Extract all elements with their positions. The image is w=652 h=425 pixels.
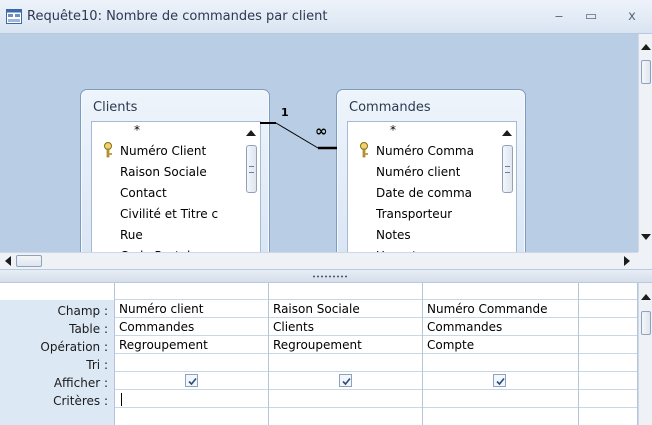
criteria-cell[interactable] xyxy=(269,390,422,408)
splitter-grip-icon[interactable] xyxy=(312,275,348,278)
query-design-grid[interactable]: Champ : Table : Opération : Tri : Affich… xyxy=(0,283,638,425)
show-checkbox[interactable] xyxy=(185,374,198,387)
design-pane-horizontal-scrollbar[interactable] xyxy=(0,252,638,269)
sort-cell[interactable] xyxy=(269,354,422,372)
scrollbar-thumb[interactable] xyxy=(502,145,513,193)
scrollbar-thumb[interactable] xyxy=(641,311,651,335)
table-title: Clients xyxy=(93,100,138,115)
close-button[interactable]: x xyxy=(620,6,644,28)
total-cell[interactable]: Regroupement xyxy=(115,336,268,354)
scrollbar-corner xyxy=(638,252,652,269)
window-title: Requête10: Nombre de commandes par clien… xyxy=(27,9,328,24)
sort-cell[interactable] xyxy=(579,354,637,372)
column-selector[interactable] xyxy=(115,283,268,300)
field-item[interactable]: Civilité et Titre c xyxy=(120,204,252,225)
column-selector[interactable] xyxy=(269,283,422,300)
scroll-left-arrow-icon[interactable] xyxy=(5,256,11,266)
relationship-join-line[interactable] xyxy=(260,116,350,156)
field-cell[interactable]: Raison Sociale xyxy=(269,300,422,318)
row-label-table: Table : xyxy=(69,322,108,336)
sort-cell[interactable] xyxy=(423,354,578,372)
criteria-cell[interactable] xyxy=(579,390,637,408)
row-labels: Champ : Table : Opération : Tri : Affich… xyxy=(0,300,114,425)
design-pane-vertical-scrollbar[interactable] xyxy=(638,34,652,252)
scrollbar-thumb[interactable] xyxy=(641,60,651,84)
row-label-show: Afficher : xyxy=(53,376,108,390)
relationship-many-label: ∞ xyxy=(315,122,328,140)
grid-column[interactable]: Numéro Commande Commandes Compte xyxy=(422,283,578,425)
text-cursor xyxy=(121,393,122,406)
sort-cell[interactable] xyxy=(115,354,268,372)
field-list-scrollbar[interactable] xyxy=(499,122,516,272)
grid-column[interactable]: Numéro client Commandes Regroupement xyxy=(114,283,268,425)
table-cell[interactable]: Clients xyxy=(269,318,422,336)
field-item[interactable]: Numéro client xyxy=(376,162,460,183)
scroll-right-arrow-icon[interactable] xyxy=(624,256,630,266)
scrollbar-thumb[interactable] xyxy=(246,145,257,193)
field-list-scrollbar[interactable] xyxy=(243,122,260,272)
row-label-criteria: Critères : xyxy=(53,394,108,408)
window-title-bar[interactable]: Requête10: Nombre de commandes par clien… xyxy=(0,0,652,34)
column-selector[interactable] xyxy=(579,283,637,300)
scroll-up-arrow-icon[interactable] xyxy=(502,130,512,136)
show-checkbox[interactable] xyxy=(339,374,352,387)
total-cell[interactable]: Regroupement xyxy=(269,336,422,354)
row-label-sort: Tri : xyxy=(86,358,108,372)
field-cell[interactable]: Numéro Commande xyxy=(423,300,578,318)
checkmark-icon xyxy=(188,377,197,386)
table-box-commandes[interactable]: Commandes * Numéro Comma Numéro client D… xyxy=(336,89,526,279)
primary-key-icon xyxy=(104,142,112,158)
row-label-total: Opération : xyxy=(40,340,108,354)
maximize-button[interactable]: ▭ xyxy=(579,6,603,28)
field-item[interactable]: Notes xyxy=(376,225,411,246)
field-item[interactable]: Transporteur xyxy=(376,204,452,225)
scroll-up-arrow-icon[interactable] xyxy=(246,130,256,136)
column-selector[interactable] xyxy=(423,283,578,300)
grid-column[interactable] xyxy=(578,283,638,425)
pane-splitter[interactable] xyxy=(0,269,652,283)
field-item[interactable]: Numéro Comma xyxy=(376,141,501,162)
scroll-down-arrow-icon[interactable] xyxy=(641,234,651,240)
show-cell[interactable] xyxy=(269,372,422,390)
scrollbar-thumb[interactable] xyxy=(16,255,42,267)
criteria-cell[interactable] xyxy=(423,390,578,408)
primary-key-icon xyxy=(360,142,368,158)
checkmark-icon xyxy=(496,377,505,386)
field-item[interactable]: Raison Sociale xyxy=(120,162,207,183)
field-item[interactable]: Rue xyxy=(120,225,143,246)
grid-column[interactable]: Raison Sociale Clients Regroupement xyxy=(268,283,422,425)
field-cell[interactable]: Numéro client xyxy=(115,300,268,318)
table-title: Commandes xyxy=(349,100,431,115)
field-list[interactable]: * Numéro Comma Numéro client Date de com… xyxy=(347,121,517,273)
field-item[interactable]: Numéro Client xyxy=(120,141,206,162)
criteria-cell[interactable] xyxy=(115,390,268,408)
field-item[interactable]: * xyxy=(134,120,140,141)
field-item[interactable]: Date de comma xyxy=(376,183,501,204)
table-design-pane[interactable]: Clients * Numéro Client Raison Sociale C… xyxy=(0,34,638,279)
grid-vertical-scrollbar[interactable] xyxy=(638,283,652,425)
scroll-up-arrow-icon[interactable] xyxy=(641,294,651,300)
scroll-up-arrow-icon[interactable] xyxy=(641,44,651,50)
show-cell[interactable] xyxy=(579,372,637,390)
table-cell[interactable]: Commandes xyxy=(423,318,578,336)
show-cell[interactable] xyxy=(423,372,578,390)
grid-columns[interactable]: Numéro client Commandes Regroupement Rai… xyxy=(114,283,638,425)
table-cell[interactable]: Commandes xyxy=(115,318,268,336)
show-checkbox[interactable] xyxy=(493,374,506,387)
field-item[interactable]: Contact xyxy=(120,183,167,204)
relationship-one-label: 1 xyxy=(281,106,289,119)
table-cell[interactable] xyxy=(579,318,637,336)
show-cell[interactable] xyxy=(115,372,268,390)
table-box-clients[interactable]: Clients * Numéro Client Raison Sociale C… xyxy=(80,89,270,279)
field-item[interactable]: * xyxy=(390,120,396,141)
field-cell[interactable] xyxy=(579,300,637,318)
minimize-button[interactable]: ‒ xyxy=(547,6,571,28)
row-label-field: Champ : xyxy=(57,304,108,318)
checkmark-icon xyxy=(342,377,351,386)
total-cell[interactable] xyxy=(579,336,637,354)
query-icon xyxy=(6,9,22,24)
field-list[interactable]: * Numéro Client Raison Sociale Contact C… xyxy=(91,121,261,273)
total-cell[interactable]: Compte xyxy=(423,336,578,354)
